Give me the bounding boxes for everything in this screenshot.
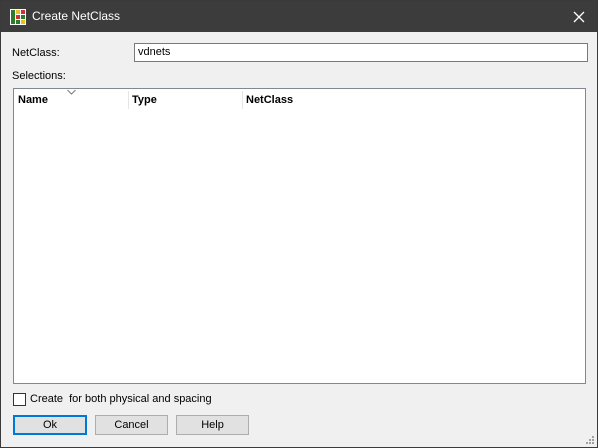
resize-grip-icon[interactable]: [584, 434, 594, 444]
create-both-checkbox[interactable]: [13, 393, 26, 406]
netclass-app-icon: [10, 9, 26, 25]
help-button[interactable]: Help: [176, 415, 249, 435]
close-button[interactable]: [561, 1, 597, 32]
netclass-label: NetClass:: [12, 47, 60, 59]
column-header-name[interactable]: Name: [14, 89, 128, 111]
column-header-name-label: Name: [18, 94, 48, 106]
column-header-netclass[interactable]: NetClass: [242, 89, 442, 111]
window-title: Create NetClass: [32, 9, 121, 23]
column-header-netclass-label: NetClass: [246, 94, 294, 106]
column-header-type-label: Type: [132, 94, 157, 106]
sort-chevron-icon: [67, 89, 76, 95]
ok-button[interactable]: Ok: [13, 415, 87, 435]
column-header-type[interactable]: Type: [128, 89, 242, 111]
selections-list[interactable]: Name Type NetClass: [13, 88, 586, 384]
list-header: Name Type NetClass: [14, 89, 585, 111]
close-icon: [573, 11, 585, 22]
create-both-label[interactable]: Create for both physical and spacing: [30, 393, 212, 405]
cancel-button[interactable]: Cancel: [95, 415, 168, 435]
selections-label: Selections:: [12, 70, 66, 82]
netclass-input[interactable]: vdnets: [134, 43, 588, 62]
title-bar[interactable]: Create NetClass: [1, 1, 597, 32]
create-netclass-dialog: Create NetClass NetClass: vdnets Selecti…: [0, 0, 598, 448]
